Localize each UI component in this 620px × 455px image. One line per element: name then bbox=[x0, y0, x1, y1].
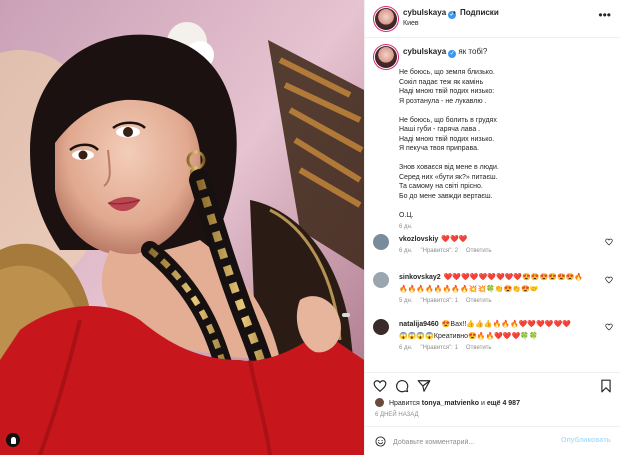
poem-line: Бо до мене завжди вертаєш. bbox=[399, 192, 493, 200]
comment-likes[interactable]: "Нравится": 1 bbox=[421, 298, 458, 304]
liker-username[interactable]: tonya_matvienko bbox=[422, 400, 479, 407]
comment-likes[interactable]: "Нравится": 1 bbox=[421, 345, 458, 351]
following-button[interactable]: Подписки bbox=[460, 8, 499, 17]
verified-badge-icon: ✓ bbox=[448, 50, 457, 58]
caption-username[interactable]: cybulskaya bbox=[403, 47, 446, 56]
comment-meta: 6 дн. "Нравится": 2 Ответить bbox=[399, 248, 500, 254]
post-header: cybulskaya ✓ • Подписки Киев ••• bbox=[365, 0, 620, 38]
poem-line: О.Ц. bbox=[399, 211, 414, 219]
comment-text: ❤️❤️❤️ bbox=[441, 236, 468, 243]
poem-line: Наді мною твій подих низько. bbox=[399, 135, 495, 143]
caption-title-line: cybulskaya ✓ як тобі? bbox=[403, 47, 487, 58]
commenter-username[interactable]: vkozlovskiy bbox=[399, 236, 438, 243]
comment-text: ❤️❤️❤️❤️❤️❤️❤️❤️❤️😍😍😍😍😍😍🔥 bbox=[443, 274, 584, 281]
likes-and: и bbox=[480, 400, 485, 407]
comment-item: sinkovskay2 ❤️❤️❤️❤️❤️❤️❤️❤️❤️😍😍😍😍😍😍🔥 🔥🔥🔥🔥… bbox=[365, 270, 620, 308]
comment-item: natalija9460 😍Вах!!👍👍👍🔥🔥🔥❤️❤️❤️❤️❤️❤️ 😱😱😱😱… bbox=[365, 317, 620, 355]
likes-count[interactable]: ещё 4 987 bbox=[487, 400, 520, 407]
comment-line: sinkovskay2 ❤️❤️❤️❤️❤️❤️❤️❤️❤️😍😍😍😍😍😍🔥 bbox=[399, 273, 583, 281]
heart-icon[interactable] bbox=[373, 379, 387, 393]
bookmark-icon[interactable] bbox=[599, 379, 613, 393]
user-tag-icon[interactable] bbox=[6, 433, 20, 447]
comment-input[interactable] bbox=[393, 435, 553, 449]
likes-prefix: Нравится bbox=[388, 400, 420, 407]
header-separator: • bbox=[453, 8, 456, 17]
emoji-icon[interactable] bbox=[375, 436, 386, 447]
caption-author-avatar[interactable] bbox=[375, 46, 397, 68]
comment-like-heart-icon[interactable] bbox=[605, 238, 613, 246]
comment-meta: 5 дн. "Нравится": 1 Ответить bbox=[399, 298, 500, 304]
comment-time[interactable]: 6 дн. bbox=[399, 345, 413, 351]
poem-line: Не боюсь, що земля близько. bbox=[399, 69, 495, 76]
post-side-panel: cybulskaya ✓ • Подписки Киев ••• cybulska… bbox=[364, 0, 620, 455]
comment-item: vkozlovskiy ❤️❤️❤️ 6 дн. "Нравится": 2 Ответ… bbox=[365, 232, 620, 270]
author-username-text[interactable]: cybulskaya bbox=[403, 8, 446, 17]
comment-text: 😍Вах!!👍👍👍🔥🔥🔥❤️❤️❤️❤️❤️❤️ bbox=[441, 321, 571, 328]
commenter-username[interactable]: natalija9460 bbox=[399, 321, 439, 328]
comment-time[interactable]: 5 дн. bbox=[399, 298, 413, 304]
comment-likes[interactable]: "Нравится": 2 bbox=[421, 248, 458, 254]
poem-stanza: Знов ховаєся від мене в люди. Серед них «… bbox=[399, 163, 609, 201]
comment-line: natalija9460 😍Вах!!👍👍👍🔥🔥🔥❤️❤️❤️❤️❤️❤️ bbox=[399, 320, 571, 328]
liker-avatar bbox=[375, 398, 384, 407]
caption-poem: Не боюсь, що земля близько. Сокіл падає т… bbox=[399, 68, 609, 230]
publish-button[interactable]: Опубликовать bbox=[561, 437, 611, 444]
likes-summary[interactable]: Нравится tonya_matvienko и ещё 4 987 bbox=[375, 398, 520, 407]
comment-like-heart-icon[interactable] bbox=[605, 323, 613, 331]
poem-line: Я розтанула - не лукавлю . bbox=[399, 97, 487, 105]
add-comment-bar: Опубликовать bbox=[365, 426, 620, 455]
comment-line: vkozlovskiy ❤️❤️❤️ bbox=[399, 235, 467, 243]
poem-stanza: Не боюсь, що земля близько. Сокіл падає т… bbox=[399, 68, 609, 106]
commenter-avatar[interactable] bbox=[373, 234, 389, 250]
comment-meta: 6 дн. "Нравится": 1 Ответить bbox=[399, 345, 500, 351]
poem-line: Знов ховаєся від мене в люди. bbox=[399, 164, 499, 171]
reply-button[interactable]: Ответить bbox=[466, 345, 492, 351]
photo-illustration bbox=[0, 0, 364, 455]
poem-stanza: О.Ц. bbox=[399, 211, 609, 221]
comment-text-continued: 🔥🔥🔥🔥🔥🔥🔥🔥💥💥🍀👏😍👏😍🤝 bbox=[399, 286, 539, 293]
comment-time[interactable]: 6 дн. bbox=[399, 248, 413, 254]
poem-line: Наші губи - гаряча лава . bbox=[399, 126, 481, 133]
post-photo[interactable] bbox=[0, 0, 364, 455]
caption-time[interactable]: 6 дн. bbox=[399, 224, 413, 230]
author-avatar[interactable] bbox=[375, 8, 397, 30]
caption-title: як тобі? bbox=[458, 47, 488, 56]
poem-line: Серед них «бути як?» питаєш. bbox=[399, 173, 498, 181]
poem-line: Не боюсь, що болить в грудях bbox=[399, 116, 497, 124]
action-bar bbox=[365, 372, 620, 394]
poem-line: Сокіл падає теж як камінь bbox=[399, 78, 484, 86]
commenter-username[interactable]: sinkovskay2 bbox=[399, 274, 441, 281]
poem-line: Та самому на світі прісно. bbox=[399, 183, 483, 190]
author-username[interactable]: cybulskaya ✓ bbox=[403, 8, 457, 19]
poem-stanza: Не боюсь, що болить в грудях Наші губи - … bbox=[399, 116, 609, 154]
post-time[interactable]: 6 ДНЕЙ НАЗАД bbox=[375, 412, 419, 418]
post-location[interactable]: Киев bbox=[403, 20, 419, 27]
send-icon[interactable] bbox=[417, 379, 431, 393]
reply-button[interactable]: Ответить bbox=[466, 298, 492, 304]
commenter-avatar[interactable] bbox=[373, 319, 389, 335]
comment-icon[interactable] bbox=[395, 379, 409, 393]
poem-line: Наді мною твій подих низько: bbox=[399, 88, 495, 95]
more-horizontal-icon[interactable]: ••• bbox=[598, 9, 611, 21]
reply-button[interactable]: Ответить bbox=[466, 248, 492, 254]
commenter-avatar[interactable] bbox=[373, 272, 389, 288]
comment-text-continued: 😱😱😱😱Креативно😍🔥🔥❤️❤️❤️🍀🍀 bbox=[399, 333, 538, 340]
comment-like-heart-icon[interactable] bbox=[605, 276, 613, 284]
poem-line: Я пекуча твоя приправа. bbox=[399, 145, 479, 152]
